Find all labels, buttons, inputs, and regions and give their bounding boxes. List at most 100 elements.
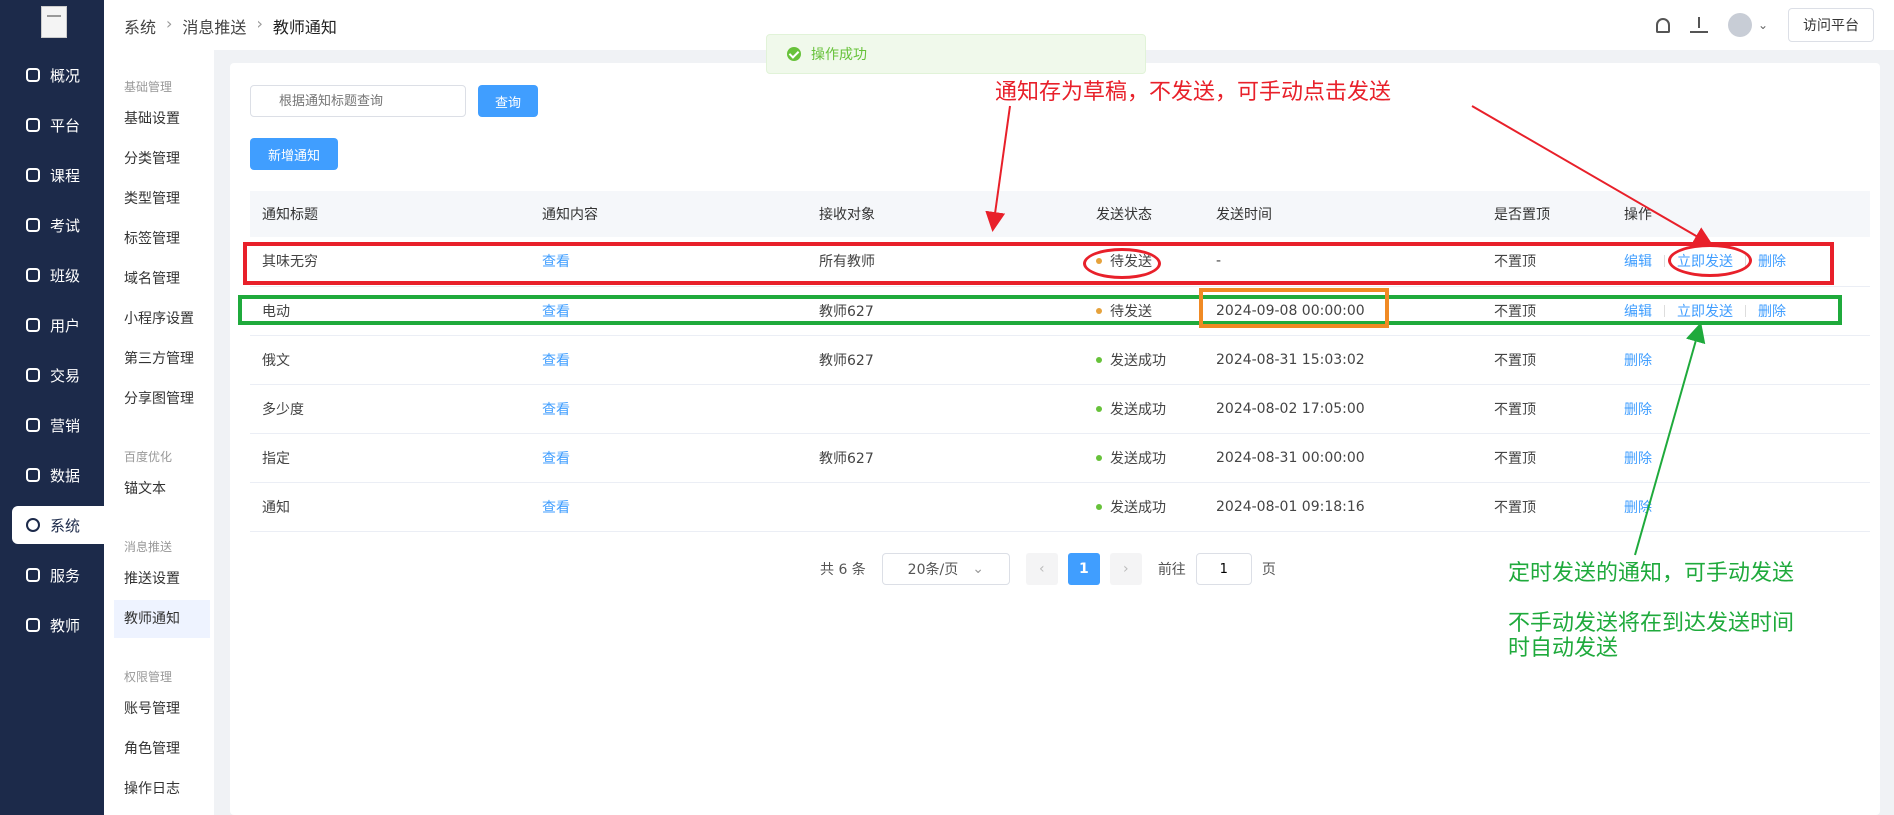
page-size-value: 20条/页	[907, 562, 959, 578]
submenu-item[interactable]: 教师通知	[114, 600, 210, 638]
submenu-group-title: 基础管理	[124, 80, 173, 94]
table-cell: 发送成功	[1084, 433, 1204, 482]
sidebar-item-teacher[interactable]: 教师	[12, 606, 104, 644]
sidebar-item-bar-chart[interactable]: 数据	[12, 456, 104, 494]
table-cell: 通知	[250, 482, 530, 531]
delete-link[interactable]: 删除	[1624, 497, 1652, 517]
view-content-link[interactable]: 查看	[542, 402, 570, 418]
chevron-right-icon: ›	[166, 14, 173, 33]
sidebar-item-pie-chart[interactable]: 概况	[12, 56, 104, 94]
sidebar-item-label: 服务	[50, 566, 81, 585]
status-text: 发送成功	[1110, 450, 1166, 467]
submenu-item[interactable]: 第三方管理	[114, 340, 210, 378]
status-dot-icon	[1096, 405, 1102, 412]
table-cell: 不置顶	[1482, 335, 1612, 384]
sidebar-item-label: 课程	[50, 166, 81, 185]
sidebar-item-yen[interactable]: 交易	[12, 356, 104, 394]
sidebar-item-label: 教师	[50, 616, 81, 635]
chevron-down-icon[interactable]: ⌄	[1758, 18, 1768, 32]
submenu-group-title: 百度优化	[124, 450, 173, 464]
table-cell: 教师627	[807, 433, 1084, 482]
table-header-row: 通知标题 通知内容 接收对象 发送状态 发送时间 是否置顶 操作	[250, 191, 1870, 237]
page-number-current[interactable]: 1	[1067, 553, 1100, 585]
user-icon	[26, 318, 40, 332]
delete-link[interactable]: 删除	[1624, 448, 1652, 468]
submenu-item[interactable]: 账号管理	[114, 690, 210, 728]
total-count: 共 6 条	[820, 562, 866, 578]
column-header: 操作	[1624, 207, 1652, 223]
submenu-item[interactable]: 分享图管理	[114, 380, 210, 418]
table-cell: 删除	[1612, 482, 1870, 531]
search-input[interactable]	[250, 85, 466, 117]
submenu-item[interactable]: 小程序设置	[114, 300, 210, 338]
breadcrumb-item-push[interactable]: 消息推送	[182, 14, 246, 38]
submenu-item[interactable]: 分类管理	[114, 140, 210, 178]
send-time: 2024-08-31 00:00:00	[1216, 449, 1365, 466]
table-cell: 查看	[530, 384, 807, 433]
visit-platform-button[interactable]: 访问平台	[1788, 8, 1874, 42]
sidebar-item-label: 营销	[50, 416, 81, 435]
status-dot-icon	[1096, 356, 1102, 363]
sidebar-item-gear[interactable]: 系统	[12, 506, 104, 544]
table-cell: 2024-08-02 17:05:00	[1204, 384, 1482, 433]
check-circle-icon	[787, 47, 801, 61]
table-cell: 发送成功	[1084, 482, 1204, 531]
annotation-red-ellipse-status	[1083, 248, 1161, 279]
notice-title: 通知	[262, 499, 290, 516]
column-header: 发送状态	[1096, 207, 1152, 223]
query-button[interactable]: 查询	[478, 85, 538, 117]
annotation-green-box	[238, 295, 1842, 325]
notice-target: 教师627	[819, 352, 874, 369]
submenu-item[interactable]: 域名管理	[114, 260, 210, 298]
prev-page-button[interactable]: ‹	[1025, 553, 1058, 585]
download-icon[interactable]	[1689, 17, 1708, 33]
notice-title: 俄文	[262, 352, 290, 369]
view-content-link[interactable]: 查看	[542, 353, 570, 369]
send-time: 2024-08-01 09:18:16	[1216, 498, 1365, 515]
page-size-select[interactable]: 20条/页 ⌄	[881, 553, 1010, 585]
gear-icon	[26, 518, 40, 532]
status-badge: 发送成功	[1096, 399, 1204, 419]
sidebar-item-group[interactable]: 班级	[12, 256, 104, 294]
submenu-item[interactable]: 类型管理	[114, 180, 210, 218]
goto-label: 前往	[1157, 562, 1186, 578]
submenu-group-title: 消息推送	[124, 540, 173, 554]
delete-link[interactable]: 删除	[1624, 399, 1652, 419]
table-cell: 不置顶	[1482, 433, 1612, 482]
table-cell: 发送成功	[1084, 335, 1204, 384]
sidebar-item-megaphone[interactable]: 营销	[12, 406, 104, 444]
sidebar-item-handshake[interactable]: 服务	[12, 556, 104, 594]
table-cell: 不置顶	[1482, 482, 1612, 531]
avatar[interactable]	[1727, 13, 1752, 37]
annotation-red-ellipse-send	[1668, 244, 1752, 277]
submenu-item[interactable]: 操作日志	[114, 770, 210, 808]
teacher-icon	[26, 618, 40, 632]
add-notice-button[interactable]: 新增通知	[250, 138, 338, 170]
goto-page-input[interactable]	[1195, 553, 1252, 585]
bell-icon[interactable]	[1655, 17, 1670, 33]
app-logo	[41, 6, 67, 38]
sidebar-item-shop[interactable]: 平台	[12, 106, 104, 144]
submenu-item[interactable]: 基础设置	[114, 100, 210, 138]
sidebar-item-user[interactable]: 用户	[12, 306, 104, 344]
annotation-red-note: 通知存为草稿，不发送，可手动点击发送	[995, 80, 1392, 105]
sidebar-item-book[interactable]: 课程	[12, 156, 104, 194]
submenu-item[interactable]: 锚文本	[114, 470, 210, 508]
shop-icon	[26, 118, 40, 132]
submenu-item[interactable]: 标签管理	[114, 220, 210, 258]
status-text: 发送成功	[1110, 499, 1166, 516]
next-page-button[interactable]: ›	[1109, 553, 1142, 585]
table-cell: 教师627	[807, 335, 1084, 384]
delete-link[interactable]: 删除	[1624, 350, 1652, 370]
view-content-link[interactable]: 查看	[542, 500, 570, 516]
status-badge: 发送成功	[1096, 497, 1204, 517]
submenu-item[interactable]: 角色管理	[114, 730, 210, 768]
breadcrumb-item-system[interactable]: 系统	[124, 14, 156, 38]
submenu-item[interactable]: 推送设置	[114, 560, 210, 598]
status-text: 发送成功	[1110, 352, 1166, 369]
view-content-link[interactable]: 查看	[542, 451, 570, 467]
group-icon	[26, 268, 40, 282]
sidebar-item-label: 考试	[50, 216, 81, 235]
column-header: 通知标题	[262, 207, 318, 223]
sidebar-item-exam[interactable]: 考试	[12, 206, 104, 244]
